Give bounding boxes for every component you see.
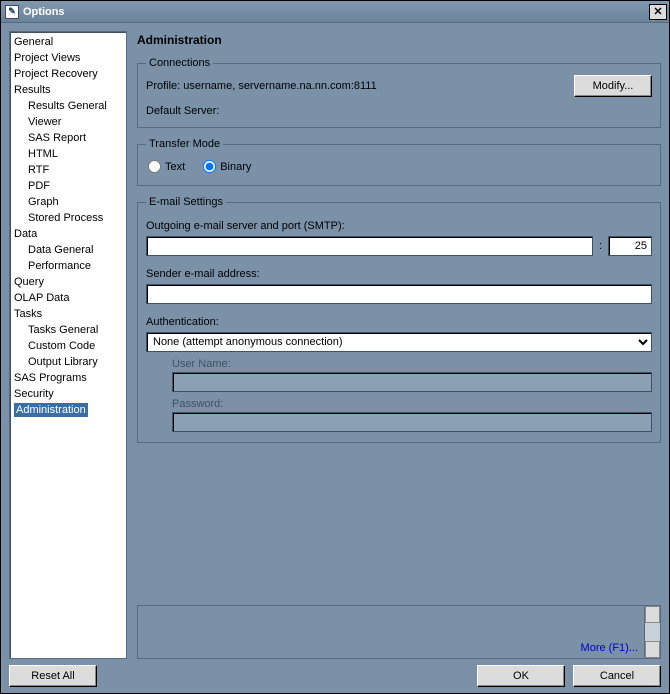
help-scrollbar[interactable]: [644, 606, 660, 658]
reset-all-button[interactable]: Reset All: [9, 665, 97, 687]
cancel-button[interactable]: Cancel: [573, 665, 661, 687]
connections-legend: Connections: [146, 57, 213, 69]
sidebar-item-olap-data[interactable]: OLAP Data: [10, 290, 126, 306]
email-settings-group: E-mail Settings Outgoing e-mail server a…: [137, 196, 661, 443]
authentication-select[interactable]: None (attempt anonymous connection): [146, 332, 652, 352]
more-help-link[interactable]: More (F1)...: [581, 642, 638, 654]
sidebar-item-project-views[interactable]: Project Views: [10, 50, 126, 66]
transfer-binary-radio[interactable]: Binary: [203, 160, 251, 173]
sidebar-item-administration[interactable]: Administration: [14, 403, 88, 417]
sidebar-item-query[interactable]: Query: [10, 274, 126, 290]
sidebar-item-data-general[interactable]: Data General: [10, 242, 126, 258]
sidebar-item-rtf[interactable]: RTF: [10, 162, 126, 178]
page-title: Administration: [137, 33, 661, 47]
category-tree[interactable]: GeneralProject ViewsProject RecoveryResu…: [9, 31, 127, 659]
transfer-text-label: Text: [165, 161, 185, 173]
port-separator: :: [597, 240, 604, 252]
app-icon: ✎: [5, 5, 19, 19]
connections-group: Connections Profile: username, servernam…: [137, 57, 661, 128]
dialog-body: GeneralProject ViewsProject RecoveryResu…: [1, 23, 669, 693]
sidebar-item-results[interactable]: Results: [10, 82, 126, 98]
username-label: User Name:: [172, 358, 652, 370]
sidebar-item-custom-code[interactable]: Custom Code: [10, 338, 126, 354]
transfer-mode-group: Transfer Mode Text Binary: [137, 138, 661, 186]
password-label: Password:: [172, 398, 652, 410]
profile-text: Profile: username, servername.na.nn.com:…: [146, 80, 568, 92]
sender-label: Sender e-mail address:: [146, 268, 652, 280]
sidebar-item-pdf[interactable]: PDF: [10, 178, 126, 194]
sidebar-item-output-library[interactable]: Output Library: [10, 354, 126, 370]
modify-button[interactable]: Modify...: [574, 75, 652, 97]
sidebar-item-sas-report[interactable]: SAS Report: [10, 130, 126, 146]
transfer-mode-legend: Transfer Mode: [146, 138, 223, 150]
sidebar-item-html[interactable]: HTML: [10, 146, 126, 162]
transfer-text-input[interactable]: [148, 160, 161, 173]
auth-label: Authentication:: [146, 316, 652, 328]
sidebar-item-performance[interactable]: Performance: [10, 258, 126, 274]
sidebar-item-stored-process[interactable]: Stored Process: [10, 210, 126, 226]
sidebar-item-tasks-general[interactable]: Tasks General: [10, 322, 126, 338]
sidebar-item-graph[interactable]: Graph: [10, 194, 126, 210]
sidebar-item-sas-programs[interactable]: SAS Programs: [10, 370, 126, 386]
email-settings-legend: E-mail Settings: [146, 196, 226, 208]
sender-email-input[interactable]: [146, 284, 652, 304]
transfer-text-radio[interactable]: Text: [148, 160, 185, 173]
username-input: [172, 372, 652, 392]
sidebar-item-security[interactable]: Security: [10, 386, 126, 402]
close-button[interactable]: ✕: [649, 4, 667, 20]
default-server-label: Default Server:: [146, 105, 652, 117]
window-title: Options: [23, 6, 649, 18]
sidebar-item-tasks[interactable]: Tasks: [10, 306, 126, 322]
transfer-binary-input[interactable]: [203, 160, 216, 173]
sidebar-item-data[interactable]: Data: [10, 226, 126, 242]
sidebar-item-results-general[interactable]: Results General: [10, 98, 126, 114]
content-panel: Administration Connections Profile: user…: [137, 31, 661, 659]
smtp-port-input[interactable]: [608, 236, 652, 256]
transfer-binary-label: Binary: [220, 161, 251, 173]
password-input: [172, 412, 652, 432]
sidebar-item-viewer[interactable]: Viewer: [10, 114, 126, 130]
sidebar-item-general[interactable]: General: [10, 34, 126, 50]
help-panel: More (F1)...: [137, 605, 661, 659]
options-window: ✎ Options ✕ GeneralProject ViewsProject …: [0, 0, 670, 694]
titlebar: ✎ Options ✕: [1, 1, 669, 23]
smtp-server-input[interactable]: [146, 236, 593, 256]
dialog-footer: Reset All OK Cancel: [9, 665, 661, 687]
smtp-label: Outgoing e-mail server and port (SMTP):: [146, 220, 652, 232]
ok-button[interactable]: OK: [477, 665, 565, 687]
sidebar-item-project-recovery[interactable]: Project Recovery: [10, 66, 126, 82]
